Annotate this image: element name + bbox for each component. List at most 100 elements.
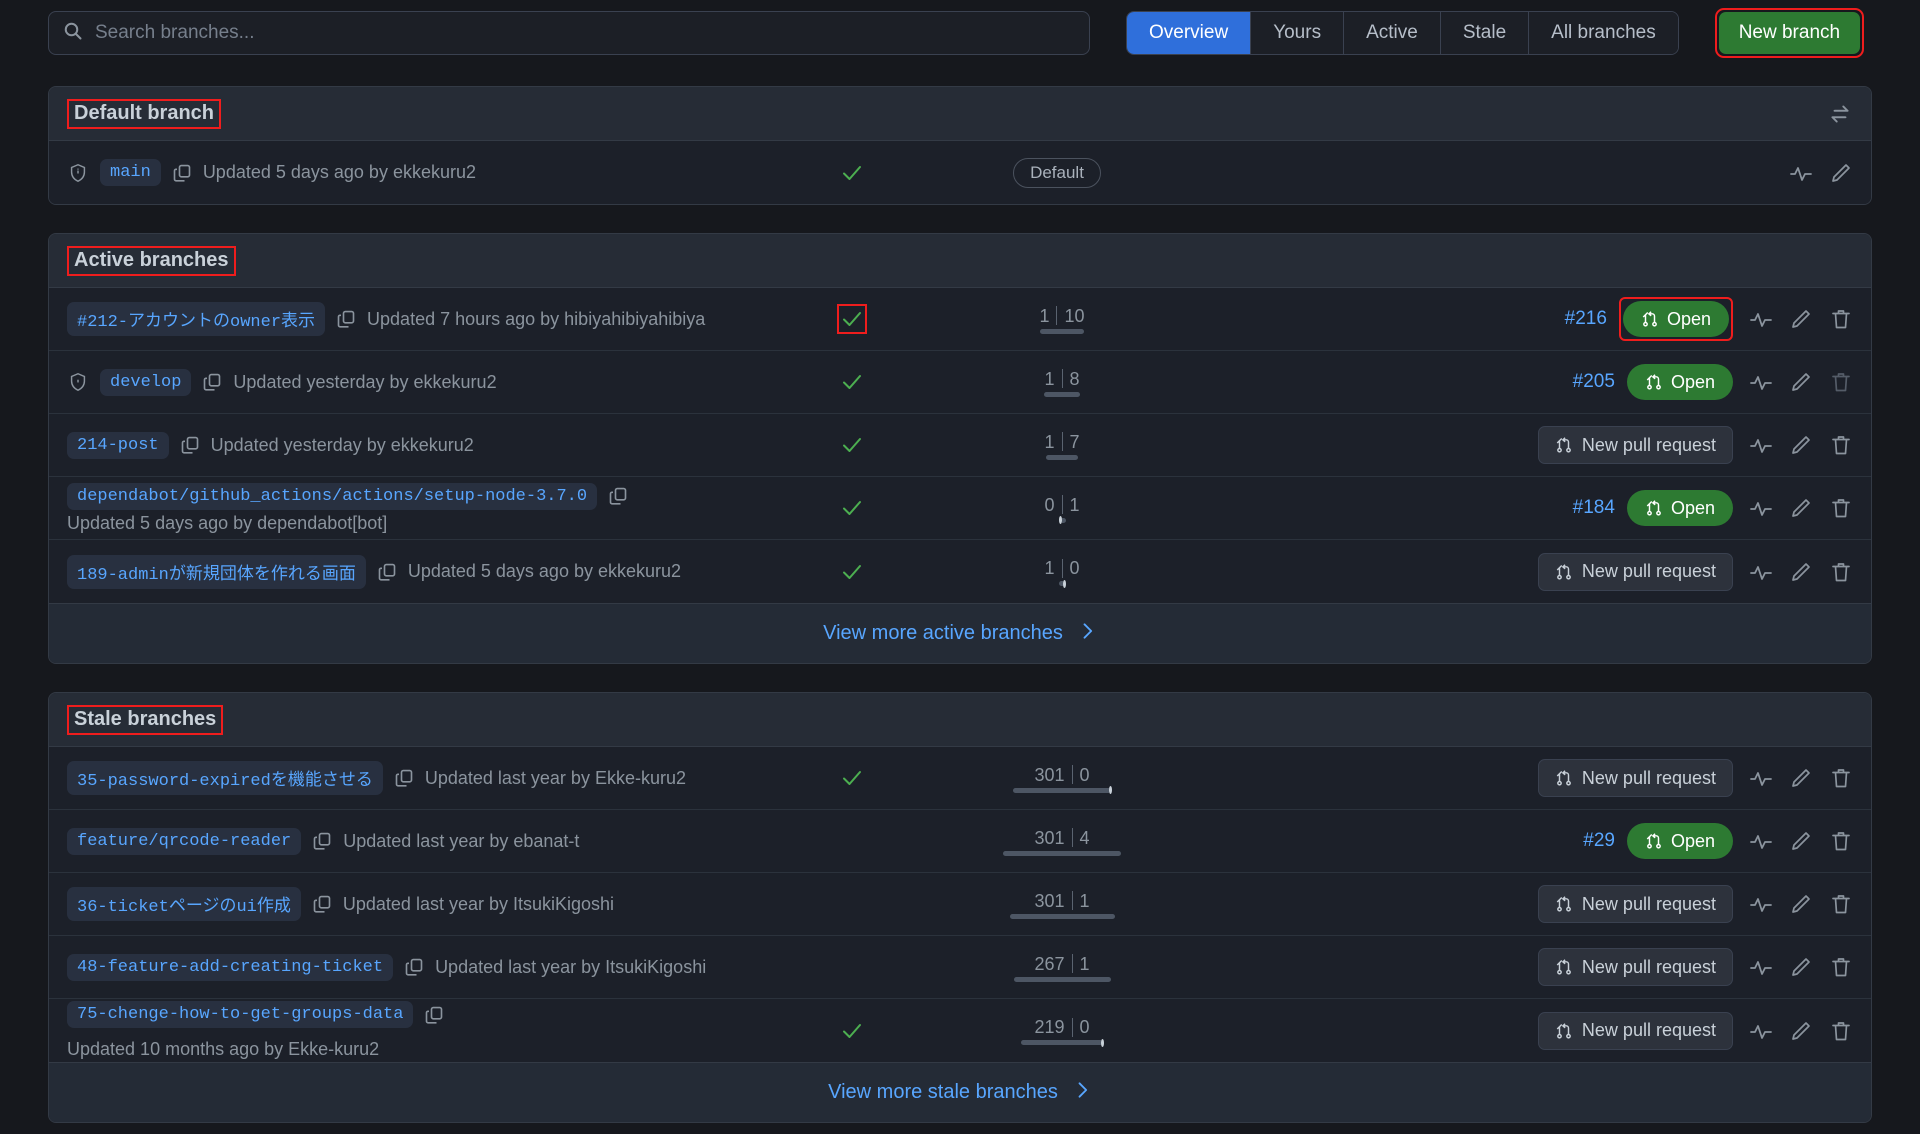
branch-action-cell: New pull request <box>1187 552 1733 591</box>
copy-icon[interactable] <box>608 486 628 506</box>
copy-icon[interactable] <box>424 1005 444 1025</box>
ahead-count: 7 <box>1069 431 1080 452</box>
branch-action-cell: New pull request <box>1187 1011 1733 1050</box>
pencil-icon[interactable] <box>1829 161 1853 185</box>
tab-overview[interactable]: Overview <box>1127 12 1252 54</box>
open-pull-request-button[interactable]: Open <box>1626 823 1733 859</box>
activity-icon[interactable] <box>1749 766 1773 790</box>
pencil-icon[interactable] <box>1789 829 1813 853</box>
branch-name-link[interactable]: feature/qrcode-reader <box>67 827 302 855</box>
branch-name-link[interactable]: main <box>100 159 161 186</box>
copy-icon[interactable] <box>312 831 332 851</box>
activity-icon[interactable] <box>1749 496 1773 520</box>
pull-request-number-link[interactable]: #29 <box>1583 830 1615 852</box>
check-success-icon <box>840 766 864 790</box>
new-pull-request-button[interactable]: New pull request <box>1537 1011 1733 1050</box>
branch-action-cell: New pull request <box>1187 948 1733 986</box>
ahead-count: 1 <box>1069 494 1080 515</box>
copy-icon[interactable] <box>180 435 200 455</box>
tab-all-branches[interactable]: All branches <box>1529 12 1678 54</box>
search-branches-box[interactable] <box>48 11 1090 55</box>
activity-icon[interactable] <box>1749 433 1773 457</box>
branch-name-link[interactable]: 75-chenge-how-to-get-groups-data <box>67 1001 414 1028</box>
row-icon-actions <box>1733 829 1853 853</box>
activity-icon[interactable] <box>1749 560 1773 584</box>
pencil-icon[interactable] <box>1789 766 1813 790</box>
copy-icon[interactable] <box>202 372 222 392</box>
new-pull-request-label: New pull request <box>1581 893 1716 914</box>
view-more-active-branches[interactable]: View more active branches <box>49 603 1871 663</box>
trash-icon[interactable] <box>1829 829 1853 853</box>
trash-icon[interactable] <box>1829 307 1853 331</box>
open-pull-request-button[interactable]: Open <box>1626 364 1733 400</box>
copy-icon[interactable] <box>312 894 332 914</box>
tab-stale[interactable]: Stale <box>1440 12 1530 54</box>
tab-yours[interactable]: Yours <box>1251 12 1345 54</box>
branch-name-link[interactable]: #212-アカウントのowner表示 <box>67 302 326 336</box>
activity-icon[interactable] <box>1749 370 1773 394</box>
ahead-behind-indicator: 301 0 <box>937 762 1187 794</box>
new-pull-request-button[interactable]: New pull request <box>1537 759 1733 797</box>
activity-icon[interactable] <box>1749 892 1773 916</box>
branch-info: 189-adminが新規団体を作れる画面 Updated 5 days ago b… <box>67 554 767 589</box>
branch-name-link[interactable]: 35-password-expiredを機能させる <box>67 761 383 795</box>
branch-name-link[interactable]: dependabot/github_actions/actions/setup-… <box>67 482 598 510</box>
branch-name-link[interactable]: 214-post <box>67 431 169 459</box>
pencil-icon[interactable] <box>1789 892 1813 916</box>
trash-icon[interactable] <box>1829 955 1853 979</box>
search-input[interactable] <box>93 21 1075 45</box>
open-pull-request-button[interactable]: Open <box>1626 490 1733 526</box>
trash-icon[interactable] <box>1829 560 1853 584</box>
check-success-icon <box>840 433 864 457</box>
new-pull-request-button[interactable]: New pull request <box>1537 426 1733 464</box>
activity-icon[interactable] <box>1749 307 1773 331</box>
branch-name-link[interactable]: 48-feature-add-creating-ticket <box>67 953 394 981</box>
new-branch-button[interactable]: New branch <box>1718 12 1861 54</box>
activity-icon[interactable] <box>1749 955 1773 979</box>
pencil-icon[interactable] <box>1789 433 1813 457</box>
copy-icon[interactable] <box>377 562 397 582</box>
branch-row: 214-post Updated yesterday by ekkekuru2 1 7… <box>49 414 1871 477</box>
branch-name-link[interactable]: 36-ticketページのui作成 <box>67 887 301 921</box>
view-more-stale-branches[interactable]: View more stale branches <box>49 1062 1871 1122</box>
activity-icon[interactable] <box>1749 1019 1773 1043</box>
copy-icon[interactable] <box>394 768 414 788</box>
pull-request-number-link[interactable]: #184 <box>1573 497 1615 519</box>
new-pull-request-button[interactable]: New pull request <box>1537 885 1733 923</box>
pencil-icon[interactable] <box>1789 1019 1813 1043</box>
pencil-icon[interactable] <box>1789 560 1813 584</box>
trash-icon[interactable] <box>1829 892 1853 916</box>
branch-name-link[interactable]: 189-adminが新規団体を作れる画面 <box>67 554 366 589</box>
branch-info: 214-post Updated yesterday by ekkekuru2 <box>67 431 767 459</box>
trash-icon[interactable] <box>1829 496 1853 520</box>
pencil-icon[interactable] <box>1789 496 1813 520</box>
pull-request-number-link[interactable]: #216 <box>1565 308 1607 330</box>
switch-branches-icon[interactable] <box>1827 101 1853 127</box>
copy-icon[interactable] <box>404 957 424 977</box>
trash-icon[interactable] <box>1829 1019 1853 1043</box>
check-success-icon <box>840 161 864 185</box>
branch-name-link[interactable]: develop <box>100 368 192 396</box>
activity-icon[interactable] <box>1789 161 1813 185</box>
branch-row: 189-adminが新規団体を作れる画面 Updated 5 days ago b… <box>49 540 1871 603</box>
copy-icon[interactable] <box>336 309 356 329</box>
open-pull-request-button[interactable]: Open <box>1622 301 1729 337</box>
new-pull-request-button[interactable]: New pull request <box>1537 948 1733 986</box>
branch-checks-status <box>767 304 937 334</box>
branch-checks-status <box>767 766 937 790</box>
check-success-icon <box>840 370 864 394</box>
copy-icon[interactable] <box>172 163 192 183</box>
branch-info: feature/qrcode-reader Updated last year b… <box>67 827 767 855</box>
branch-updated-meta: Updated yesterday by ekkekuru2 <box>233 371 497 392</box>
pencil-icon[interactable] <box>1789 370 1813 394</box>
trash-icon[interactable] <box>1829 433 1853 457</box>
trash-icon[interactable] <box>1829 766 1853 790</box>
stale-branches-header: Stale branches <box>49 693 1871 747</box>
new-pull-request-button[interactable]: New pull request <box>1537 552 1733 591</box>
tab-active[interactable]: Active <box>1344 12 1441 54</box>
pull-request-number-link[interactable]: #205 <box>1573 371 1615 393</box>
pencil-icon[interactable] <box>1789 307 1813 331</box>
branch-checks-status <box>767 433 937 457</box>
activity-icon[interactable] <box>1749 829 1773 853</box>
pencil-icon[interactable] <box>1789 955 1813 979</box>
